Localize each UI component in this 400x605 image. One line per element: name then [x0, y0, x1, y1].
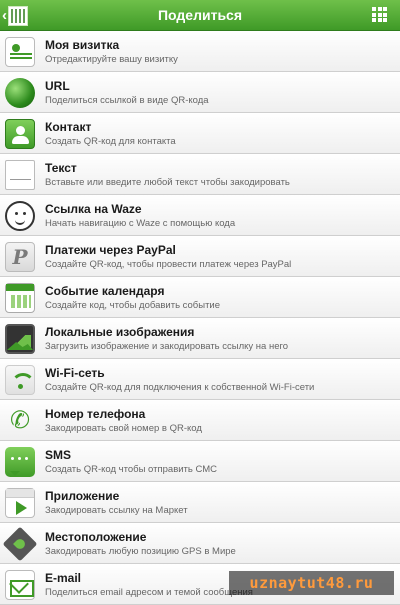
grid-menu-button[interactable]	[372, 7, 387, 22]
item-subtitle: Вставьте или введите любой текст чтобы з…	[45, 177, 290, 188]
page-title: Поделиться	[157, 7, 243, 23]
item-subtitle: Создать QR-код для контакта	[45, 136, 176, 147]
item-subtitle: Закодировать ссылку на Маркет	[45, 505, 188, 516]
list-item-paypal[interactable]: P Платежи через PayPal Создайте QR-код, …	[0, 236, 400, 277]
app-bar: ‹ Поделиться	[0, 0, 400, 31]
item-title: Текст	[45, 161, 77, 175]
item-subtitle: Закодировать любую позицию GPS в Мире	[45, 546, 236, 557]
email-icon	[5, 570, 35, 600]
item-subtitle: Создайте QR-код, чтобы провести платеж ч…	[45, 259, 292, 270]
item-subtitle: Закодировать свой номер в QR-код	[45, 423, 202, 434]
location-icon	[2, 526, 38, 562]
item-title: Локальные изображения	[45, 325, 195, 339]
list-item-calendar-event[interactable]: Событие календаря Создайте код, чтобы до…	[0, 277, 400, 318]
list-item-local-images[interactable]: Локальные изображения Загрузить изображе…	[0, 318, 400, 359]
waze-icon	[5, 201, 35, 231]
list-item-my-card[interactable]: Моя визитка Отредактируйте вашу визитку	[0, 31, 400, 72]
wifi-icon	[5, 365, 35, 395]
item-subtitle: Загрузить изображение и закодировать ссы…	[45, 341, 289, 352]
grid-menu-icon	[372, 7, 376, 11]
share-options-list: Моя визитка Отредактируйте вашу визитку …	[0, 31, 400, 605]
globe-icon	[5, 78, 35, 108]
list-item-phone-number[interactable]: ✆ Номер телефона Закодировать свой номер…	[0, 400, 400, 441]
item-subtitle: Создать QR-код чтобы отправить СМС	[45, 464, 218, 475]
list-item-sms[interactable]: SMS Создать QR-код чтобы отправить СМС	[0, 441, 400, 482]
paypal-icon: P	[5, 242, 35, 272]
app-icon	[5, 488, 35, 518]
sms-icon	[5, 447, 35, 477]
phone-icon: ✆	[9, 407, 31, 434]
contact-icon	[5, 119, 35, 149]
list-item-wifi[interactable]: Wi-Fi-сеть Создайте QR-код для подключен…	[0, 359, 400, 400]
business-card-icon	[5, 37, 35, 67]
item-subtitle: Начать навигацию с Waze с помощью кода	[45, 218, 236, 229]
item-title: Ссылка на Waze	[45, 202, 142, 216]
text-icon	[5, 160, 35, 190]
image-icon	[5, 324, 35, 354]
list-item-application[interactable]: Приложение Закодировать ссылку на Маркет	[0, 482, 400, 523]
list-item-contact[interactable]: Контакт Создать QR-код для контакта	[0, 113, 400, 154]
item-subtitle: Поделиться ссылкой в виде QR-кода	[45, 95, 209, 106]
item-subtitle: Отредактируйте вашу визитку	[45, 54, 178, 65]
item-title: Wi-Fi-сеть	[45, 366, 105, 380]
list-item-text[interactable]: Текст Вставьте или введите любой текст ч…	[0, 154, 400, 195]
item-title: Номер телефона	[45, 407, 146, 421]
item-title: Моя визитка	[45, 38, 120, 52]
list-item-location[interactable]: Местоположение Закодировать любую позици…	[0, 523, 400, 564]
list-item-url[interactable]: URL Поделиться ссылкой в виде QR-кода	[0, 72, 400, 113]
item-title: SMS	[45, 448, 72, 462]
item-title: URL	[45, 79, 70, 93]
item-title: Платежи через PayPal	[45, 243, 176, 257]
item-title: Приложение	[45, 489, 120, 503]
watermark: uznaytut48.ru	[229, 571, 394, 595]
item-subtitle: Создайте QR-код для подключения к собств…	[45, 382, 315, 393]
calendar-icon	[5, 283, 35, 313]
list-item-waze[interactable]: Ссылка на Waze Начать навигацию с Waze с…	[0, 195, 400, 236]
item-title: Событие календаря	[45, 284, 165, 298]
item-title: Местоположение	[45, 530, 147, 544]
item-title: Контакт	[45, 120, 92, 134]
item-subtitle: Создайте код, чтобы добавить событие	[45, 300, 221, 311]
